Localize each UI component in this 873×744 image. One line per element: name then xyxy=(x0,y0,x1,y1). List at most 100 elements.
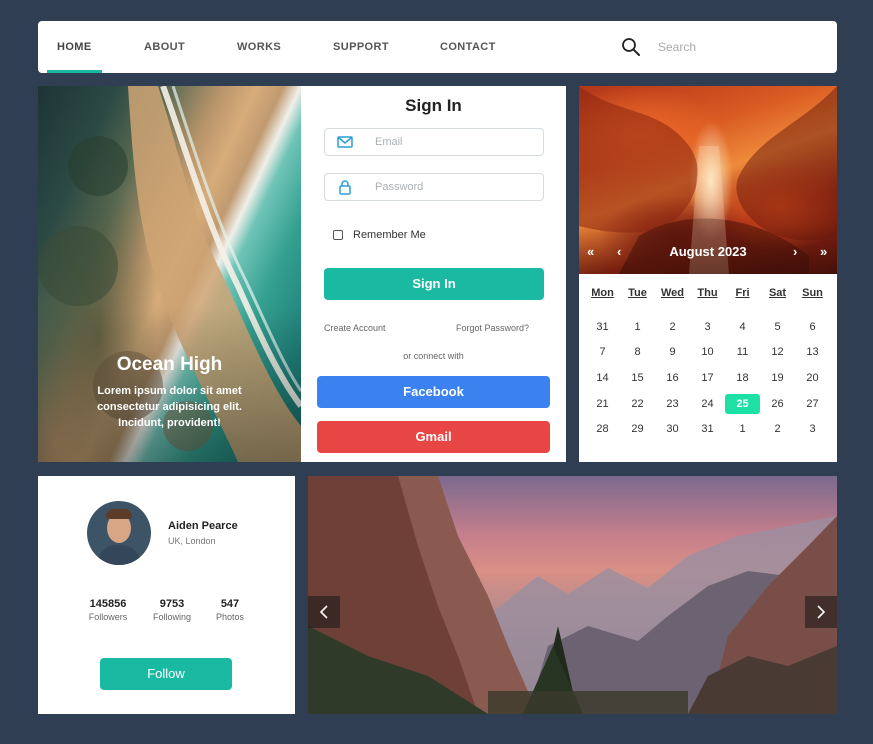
chevron-left-icon xyxy=(319,605,328,619)
calendar-day[interactable]: 3 xyxy=(795,423,830,435)
mail-icon xyxy=(337,136,353,148)
calendar-day[interactable]: 1 xyxy=(725,423,760,435)
calendar-day[interactable]: 22 xyxy=(620,398,655,410)
calendar-card: « ‹ August 2023 › » Mon Tue Wed Thu Fri … xyxy=(579,86,837,462)
forgot-password-link[interactable]: Forgot Password? xyxy=(456,323,529,333)
calendar-day[interactable]: 6 xyxy=(795,321,830,333)
calendar-day[interactable]: 19 xyxy=(760,372,795,384)
calendar-day[interactable]: 31 xyxy=(690,423,725,435)
remember-me[interactable]: Remember Me xyxy=(333,228,426,242)
stat-value: 145856 xyxy=(89,598,127,610)
calendar-day[interactable]: 2 xyxy=(760,423,795,435)
image-slider xyxy=(308,476,837,714)
password-field[interactable] xyxy=(324,173,544,201)
follow-button[interactable]: Follow xyxy=(100,658,232,690)
remember-label: Remember Me xyxy=(353,229,426,241)
calendar-day[interactable]: 20 xyxy=(795,372,830,384)
nav-item-support[interactable]: SUPPORT xyxy=(333,21,389,73)
weekday-label: Tue xyxy=(628,287,647,299)
calendar-day[interactable]: 18 xyxy=(725,372,760,384)
nav-item-works[interactable]: WORKS xyxy=(237,21,281,73)
calendar-day[interactable]: 31 xyxy=(585,321,620,333)
calendar-day[interactable]: 15 xyxy=(620,372,655,384)
password-input[interactable] xyxy=(375,178,535,196)
avatar xyxy=(87,501,151,565)
slider-next-button[interactable] xyxy=(805,596,837,628)
profile-card: Aiden Pearce UK, London 145856 Followers… xyxy=(38,476,295,714)
calendar-day[interactable]: 30 xyxy=(655,423,690,435)
calendar-month-label: August 2023 xyxy=(669,244,747,259)
stat-following: 9753 Following xyxy=(140,598,204,622)
email-field[interactable] xyxy=(324,128,544,156)
lock-icon xyxy=(339,180,351,195)
hero-text: Lorem ipsum dolor sit amet consectetur a… xyxy=(97,385,242,429)
calendar-day[interactable]: 3 xyxy=(690,321,725,333)
calendar-day[interactable]: 13 xyxy=(795,346,830,358)
weekday-label: Mon xyxy=(591,287,614,299)
remember-checkbox[interactable] xyxy=(333,230,343,240)
calendar-day[interactable]: 26 xyxy=(760,398,795,410)
calendar-weekday-row: Mon Tue Wed Thu Fri Sat Sun xyxy=(585,282,831,304)
calendar-next-button[interactable]: › xyxy=(793,244,797,259)
stat-value: 547 xyxy=(220,598,240,610)
weekday-label: Sat xyxy=(768,287,787,299)
calendar-last-button[interactable]: » xyxy=(820,244,827,259)
top-navbar: HOME ABOUT WORKS SUPPORT CONTACT xyxy=(38,21,837,73)
weekday-label: Thu xyxy=(697,287,718,299)
calendar-day[interactable]: 7 xyxy=(585,346,620,358)
weekday-label: Wed xyxy=(660,287,685,299)
signin-title: Sign In xyxy=(405,96,462,115)
weekday-label: Sun xyxy=(802,287,823,299)
calendar-day[interactable]: 28 xyxy=(585,423,620,435)
calendar-day[interactable]: 27 xyxy=(795,398,830,410)
email-input[interactable] xyxy=(375,133,535,151)
calendar-day[interactable]: 2 xyxy=(655,321,690,333)
calendar-day-selected[interactable]: 25 xyxy=(725,393,760,414)
stat-label: Followers xyxy=(88,612,128,622)
create-account-link[interactable]: Create Account xyxy=(324,323,386,333)
calendar-day[interactable]: 21 xyxy=(585,398,620,410)
search-icon[interactable] xyxy=(621,37,641,57)
signin-card: Sign In Remember Me Sign In Create Accou… xyxy=(301,86,566,462)
calendar-grid: Mon Tue Wed Thu Fri Sat Sun 31 1 2 3 4 5 6 7 8 9 1… xyxy=(585,282,831,442)
calendar-day[interactable]: 24 xyxy=(690,398,725,410)
profile-name: Aiden Pearce xyxy=(168,520,238,532)
calendar-day[interactable]: 14 xyxy=(585,372,620,384)
profile-location: UK, London xyxy=(168,536,216,546)
nav-item-home[interactable]: HOME xyxy=(57,21,92,73)
weekday-label: Fri xyxy=(735,287,750,299)
calendar-week-row: 7 8 9 10 11 12 13 xyxy=(585,340,831,366)
calendar-week-row: 21 22 23 24 25 26 27 xyxy=(585,391,831,417)
calendar-day[interactable]: 23 xyxy=(655,398,690,410)
calendar-day[interactable]: 17 xyxy=(690,372,725,384)
calendar-day[interactable]: 16 xyxy=(655,372,690,384)
calendar-day[interactable]: 5 xyxy=(760,321,795,333)
stat-photos: 547 Photos xyxy=(198,598,262,622)
facebook-button[interactable]: Facebook xyxy=(317,376,550,408)
calendar-day[interactable]: 8 xyxy=(620,346,655,358)
stat-label: Following xyxy=(152,612,192,622)
calendar-day[interactable]: 1 xyxy=(620,321,655,333)
calendar-day[interactable]: 12 xyxy=(760,346,795,358)
calendar-day[interactable]: 29 xyxy=(620,423,655,435)
nav-item-contact[interactable]: CONTACT xyxy=(440,21,496,73)
valley-image xyxy=(308,476,837,714)
slider-prev-button[interactable] xyxy=(308,596,340,628)
calendar-day[interactable]: 9 xyxy=(655,346,690,358)
gmail-button[interactable]: Gmail xyxy=(317,421,550,453)
stat-label: Photos xyxy=(215,612,245,622)
signin-button[interactable]: Sign In xyxy=(324,268,544,300)
calendar-day[interactable]: 10 xyxy=(690,346,725,358)
calendar-day[interactable]: 11 xyxy=(725,346,760,358)
calendar-week-row: 14 15 16 17 18 19 20 xyxy=(585,365,831,391)
stat-followers: 145856 Followers xyxy=(76,598,140,622)
hero-card: Ocean High Lorem ipsum dolor sit amet co… xyxy=(38,86,301,462)
calendar-week-row: 28 29 30 31 1 2 3 xyxy=(585,416,831,442)
search-input[interactable] xyxy=(658,36,808,58)
calendar-day[interactable]: 4 xyxy=(725,321,760,333)
nav-active-indicator xyxy=(47,70,102,73)
nav-item-about[interactable]: ABOUT xyxy=(144,21,185,73)
calendar-week-row: 31 1 2 3 4 5 6 xyxy=(585,314,831,340)
connect-with-text: or connect with xyxy=(403,351,464,361)
hero-title: Ocean High xyxy=(116,354,223,375)
